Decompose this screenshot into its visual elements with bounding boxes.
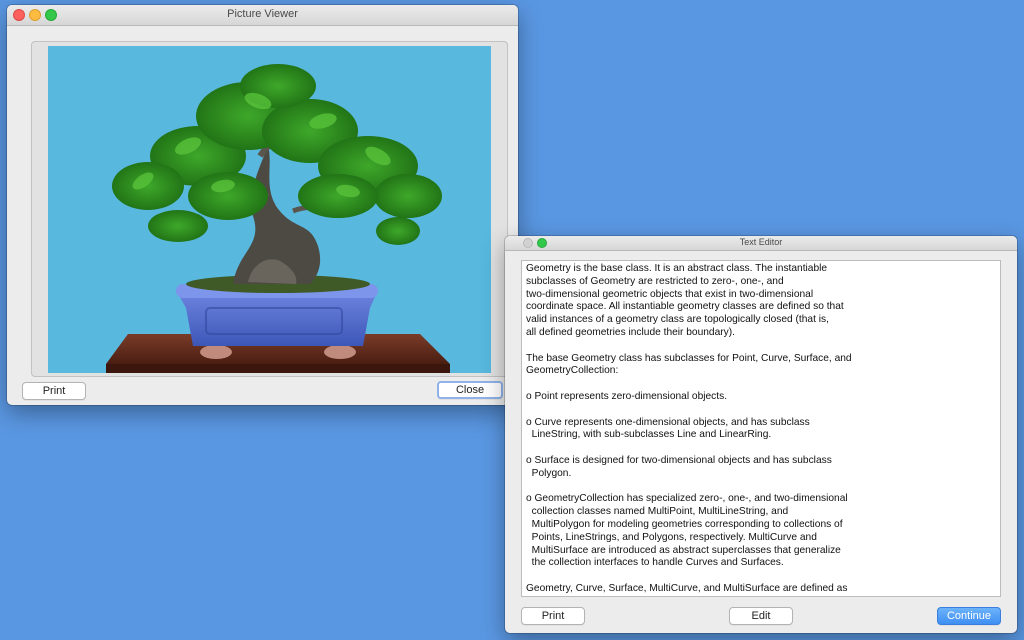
picture-viewer-titlebar[interactable]: Picture Viewer <box>7 5 518 26</box>
document-text: Geometry is the base class. It is an abs… <box>526 263 852 594</box>
close-button[interactable]: Close <box>437 381 503 399</box>
bonsai-image <box>48 46 491 373</box>
desktop: Picture Viewer Print Close Text Editor G… <box>0 0 1024 640</box>
image-well <box>31 41 508 377</box>
edit-button[interactable]: Edit <box>729 607 793 625</box>
continue-button[interactable]: Continue <box>937 607 1001 625</box>
print-button[interactable]: Print <box>22 382 86 400</box>
text-area[interactable]: Geometry is the base class. It is an abs… <box>521 260 1001 597</box>
print-button[interactable]: Print <box>521 607 585 625</box>
text-editor-window: Text Editor Geometry is the base class. … <box>505 236 1017 633</box>
text-editor-titlebar[interactable]: Text Editor <box>505 236 1017 251</box>
window-title: Text Editor <box>739 237 783 247</box>
picture-viewer-window: Picture Viewer Print Close <box>7 5 518 405</box>
bonsai-photo <box>48 46 491 373</box>
window-title: Picture Viewer <box>227 8 298 20</box>
